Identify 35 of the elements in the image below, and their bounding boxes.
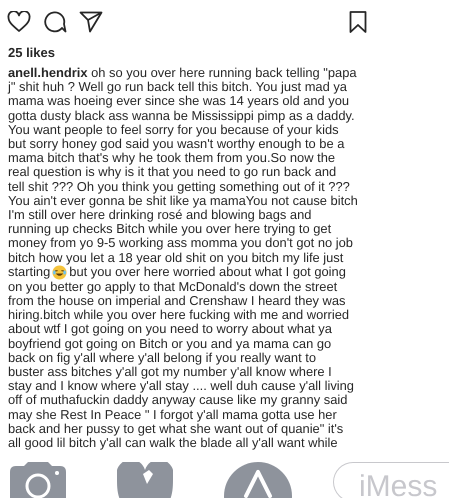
comment-icon[interactable] <box>43 10 67 33</box>
send-icon[interactable] <box>79 10 103 32</box>
caption-line: mama bitch that's why he took them from you.So now the <box>8 151 336 166</box>
caption-line: may she Rest In Peace " I forgot y'all mama gotta use her <box>8 408 337 422</box>
caption-line: tell shit ??? Oh you think you getting something out of it ??? <box>8 180 350 194</box>
caption-line: running up checks Bitch while you over here trying to get <box>8 222 332 236</box>
caption-line: money from yo 9-5 working ass momma you don't got no job <box>8 236 353 251</box>
caption-line: anell.hendrix oh so you over here running back telling "papa <box>8 66 357 80</box>
caption-line: off of muthafuckin daddy anyway cause like my granny said <box>8 393 348 408</box>
camera-icon[interactable] <box>10 462 66 498</box>
caption-line: You ain't ever gonna be shit like ya mamaYou not cause bitch <box>8 194 358 208</box>
caption-line: real question is why is it that you need to go run back and <box>8 165 336 180</box>
caption-line: back and her pussy to get what she want out of quanie" it's <box>8 422 344 436</box>
caption-line: hiring.bitch while you over here fucking with me and worried <box>8 308 350 322</box>
caption-line: buster ass bitches y'all got my number y'all know where I <box>8 365 332 380</box>
caption-line: gotta dusty black ass wanna be Mississippi pimp as a daddy. <box>8 108 355 123</box>
caption-line: about wtf I got going on you need to worry about what ya <box>8 322 332 337</box>
caption-line: bitch how you let a 18 year old shit on you bitch my life just <box>8 250 344 265</box>
caption-line: I'm still over here drinking rosé and blowing bags and <box>8 208 312 222</box>
caption-line: boyfriend got going on Bitch or you and ya mama can go <box>8 336 332 351</box>
likes-count[interactable]: 25 likes <box>8 45 449 60</box>
caption-line: back on fig y'all where y'all belong if you really want to <box>8 350 316 366</box>
bookmark-icon[interactable] <box>349 10 367 32</box>
caption-line: mama was hoeing ever since she was 14 years old and you <box>8 94 350 109</box>
caption-line: all good lil bitch y'all can walk the blade all y'all want while <box>8 436 338 450</box>
caption-line: You want people to feel sorry for you because of your kids <box>8 122 339 138</box>
caption-line: but sorry honey god said you wasn't worthy enough to be a <box>8 137 344 152</box>
laughing-emoji-icon <box>52 264 68 280</box>
caption-line: starting <box>8 265 50 280</box>
caption-line: on you better go apply to that McDonald's down the street <box>8 280 338 294</box>
caption-line: j" shit huh ? Well go run back tell this bitch. You just mad ya <box>8 80 347 94</box>
message-field[interactable]: iMess <box>333 462 449 498</box>
caption-line: from the house on imperial and Crenshaw I heard they was <box>8 294 346 308</box>
caption-line: stay and I know where y'all stay .... well duh cause y'all living <box>8 379 354 394</box>
caption-line: but you over here worried about what I got going <box>69 265 346 280</box>
